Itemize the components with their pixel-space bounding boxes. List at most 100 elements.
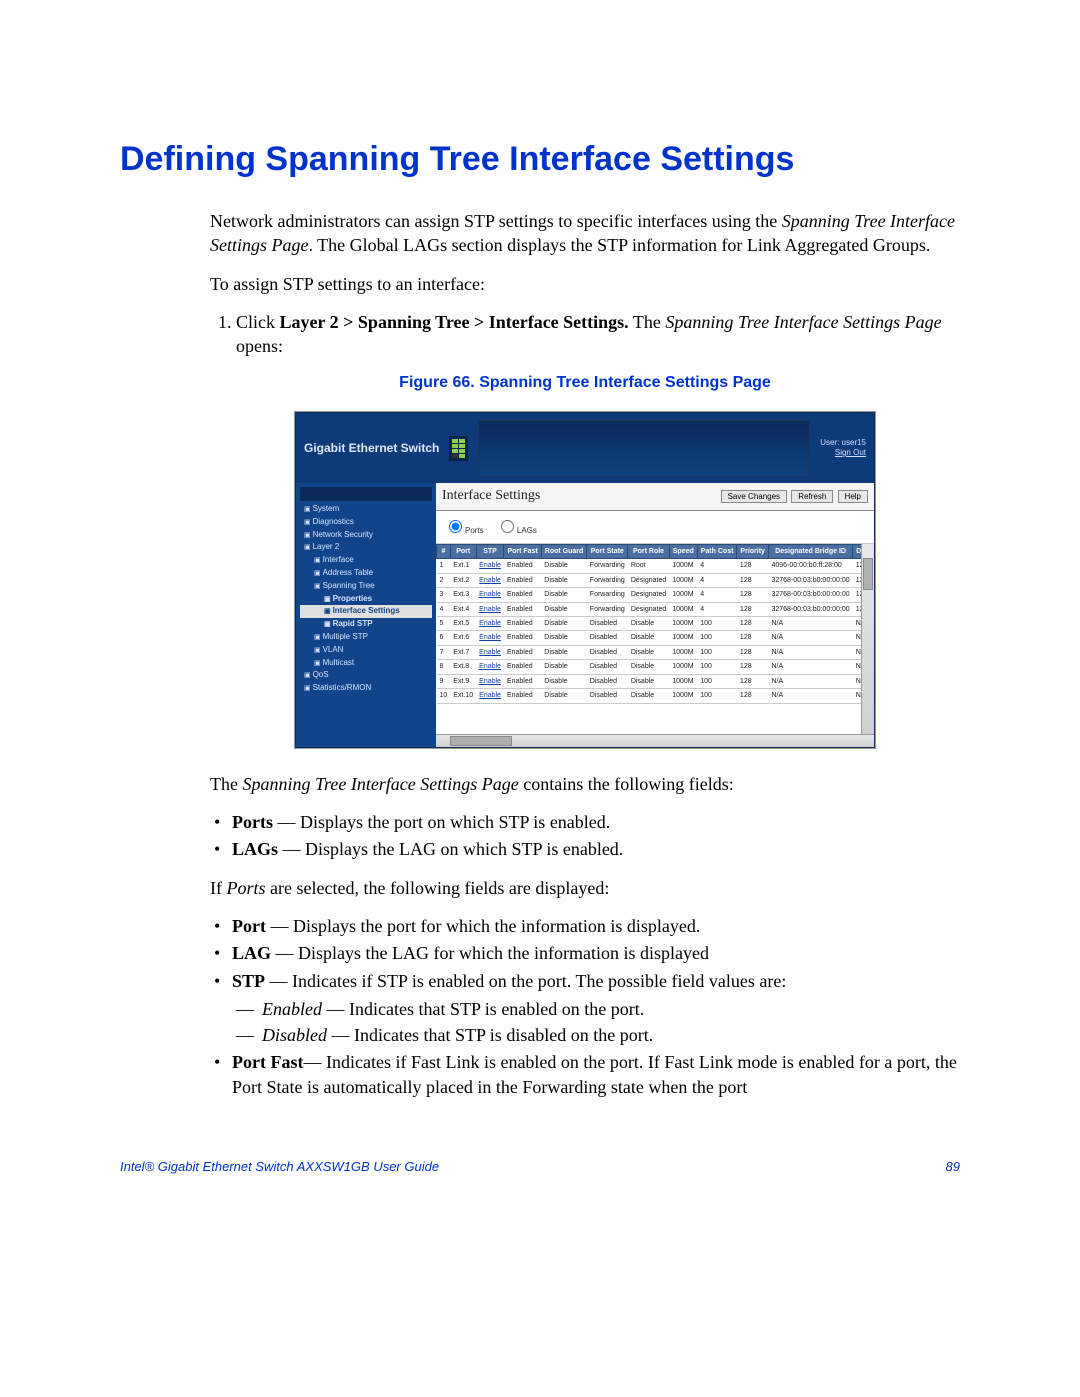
stp-toggle-link[interactable]: Enable (479, 649, 501, 656)
table-row[interactable]: 8Ext.8EnableEnabledDisableDisabledDisabl… (437, 660, 875, 674)
table-row[interactable]: 5Ext.5EnableEnabledDisableDisabledDisabl… (437, 616, 875, 630)
nav-item-rapid-stp[interactable]: Rapid STP (300, 618, 432, 631)
user-info: User: user15 Sign Out (820, 438, 866, 457)
text-bold: Layer 2 > Spanning Tree > Interface Sett… (280, 312, 629, 332)
refresh-button[interactable]: Refresh (791, 490, 833, 503)
scrollbar-thumb[interactable] (450, 736, 512, 746)
text: — Indicates if STP is enabled on the por… (265, 971, 786, 991)
stp-toggle-link[interactable]: Enable (479, 591, 501, 598)
stp-toggle-link[interactable]: Enable (479, 634, 501, 641)
stp-toggle-link[interactable]: Enable (479, 678, 501, 685)
ports-fields-list: Port — Displays the port for which the i… (210, 914, 960, 1099)
nav-item-multicast[interactable]: Multicast (300, 657, 432, 670)
scrollbar-thumb[interactable] (863, 558, 873, 590)
nav-item-vlan[interactable]: VLAN (300, 644, 432, 657)
table-cell: N/A (768, 645, 852, 659)
nav-item-multiple-stp[interactable]: Multiple STP (300, 631, 432, 644)
table-cell: Enable (476, 689, 504, 703)
help-button[interactable]: Help (838, 490, 868, 503)
table-cell: 32768-00:03:b0:00:00:00 (768, 602, 852, 616)
table-cell: 1000M (669, 689, 697, 703)
table-row[interactable]: 2Ext.2EnableEnabledDisableForwardingDesi… (437, 573, 875, 587)
table-cell: Ext.3 (450, 588, 476, 602)
table-row[interactable]: 6Ext.6EnableEnabledDisableDisabledDisabl… (437, 631, 875, 645)
table-row[interactable]: 7Ext.7EnableEnabledDisableDisabledDisabl… (437, 645, 875, 659)
table-cell: 128 (737, 602, 769, 616)
radio-label: LAGs (517, 526, 537, 535)
stp-toggle-link[interactable]: Enable (479, 606, 501, 613)
nav-item-spanning-tree[interactable]: Spanning Tree (300, 580, 432, 593)
text-emphasis: Enabled (262, 999, 322, 1019)
signout-link[interactable]: Sign Out (835, 448, 866, 457)
stp-toggle-link[interactable]: Enable (479, 620, 501, 627)
content-titlebar: Interface Settings Save Changes Refresh … (436, 483, 874, 511)
table-cell: Disable (541, 616, 587, 630)
table-row[interactable]: 9Ext.9EnableEnabledDisableDisabledDisabl… (437, 674, 875, 688)
table-cell: 4 (697, 602, 737, 616)
table-cell: Disable (541, 602, 587, 616)
nav-item-interface-settings[interactable]: Interface Settings (300, 605, 432, 618)
text: opens: (236, 336, 283, 356)
text-bold: LAGs (232, 839, 278, 859)
table-cell: Enable (476, 631, 504, 645)
radio-ports-input[interactable] (449, 520, 462, 533)
text: . The Global LAGs section displays the S… (308, 235, 930, 255)
table-cell: 128 (737, 588, 769, 602)
horizontal-scrollbar[interactable] (436, 734, 874, 747)
table-header-cell: Port Fast (504, 544, 541, 558)
figure-caption: Figure 66. Spanning Tree Interface Setti… (210, 372, 960, 394)
table-cell: Enabled (504, 660, 541, 674)
nav-item-network-security[interactable]: Network Security (300, 529, 432, 542)
table-row[interactable]: 1Ext.1EnableEnabledDisableForwardingRoot… (437, 559, 875, 573)
table-cell: Forwarding (587, 573, 628, 587)
table-cell: 1000M (669, 616, 697, 630)
nav-item-stats-rmon[interactable]: Statistics/RMON (300, 682, 432, 695)
table-cell: Enabled (504, 645, 541, 659)
nav-item-qos[interactable]: QoS (300, 669, 432, 682)
text: are selected, the following fields are d… (266, 878, 610, 898)
stp-toggle-link[interactable]: Enable (479, 663, 501, 670)
text: — Displays the LAG on which STP is enabl… (278, 839, 623, 859)
table-cell: Disable (628, 660, 669, 674)
table-cell: Disable (628, 689, 669, 703)
nav-item-properties[interactable]: Properties (300, 593, 432, 606)
radio-lags[interactable]: LAGs (496, 526, 537, 535)
intro-lead: To assign STP settings to an interface: (210, 272, 960, 296)
stp-toggle-link[interactable]: Enable (479, 577, 501, 584)
save-changes-button[interactable]: Save Changes (721, 490, 787, 503)
table-header-cell: Port Role (628, 544, 669, 558)
nav-item-interface[interactable]: Interface (300, 554, 432, 567)
table-cell: 128 (737, 645, 769, 659)
text-emphasis: Disabled (262, 1025, 327, 1045)
step-item: Click Layer 2 > Spanning Tree > Interfac… (236, 310, 960, 359)
table-cell: 1000M (669, 674, 697, 688)
table-cell: Disable (541, 559, 587, 573)
stp-toggle-link[interactable]: Enable (479, 692, 501, 699)
radio-label: Ports (465, 526, 484, 535)
table-cell: 1 (437, 559, 451, 573)
table-scroll-area[interactable]: #PortSTPPort FastRoot GuardPort StatePor… (436, 543, 874, 734)
vertical-scrollbar[interactable] (861, 544, 874, 734)
stp-toggle-link[interactable]: Enable (479, 562, 501, 569)
nav-item-address-table[interactable]: Address Table (300, 567, 432, 580)
nav-item-layer2[interactable]: Layer 2 (300, 541, 432, 554)
table-row[interactable]: 10Ext.10EnableEnabledDisableDisabledDisa… (437, 689, 875, 703)
interface-settings-table: #PortSTPPort FastRoot GuardPort StatePor… (436, 544, 874, 704)
table-cell: Ext.7 (450, 645, 476, 659)
table-header-cell: Designated Bridge ID (768, 544, 852, 558)
footer-title: Intel® Gigabit Ethernet Switch AXXSW1GB … (120, 1159, 439, 1174)
intro-paragraph: Network administrators can assign STP se… (210, 209, 960, 258)
table-cell: 9 (437, 674, 451, 688)
table-cell: 4 (697, 573, 737, 587)
radio-lags-input[interactable] (501, 520, 514, 533)
radio-ports[interactable]: Ports (444, 526, 484, 535)
table-cell: 1000M (669, 660, 697, 674)
table-cell: 128 (737, 674, 769, 688)
table-row[interactable]: 4Ext.4EnableEnabledDisableForwardingDesi… (437, 602, 875, 616)
table-cell: Enable (476, 645, 504, 659)
table-row[interactable]: 3Ext.3EnableEnabledDisableForwardingDesi… (437, 588, 875, 602)
nav-item-system[interactable]: System (300, 503, 432, 516)
table-cell: Disable (541, 588, 587, 602)
table-cell: Enabled (504, 588, 541, 602)
nav-item-diagnostics[interactable]: Diagnostics (300, 516, 432, 529)
